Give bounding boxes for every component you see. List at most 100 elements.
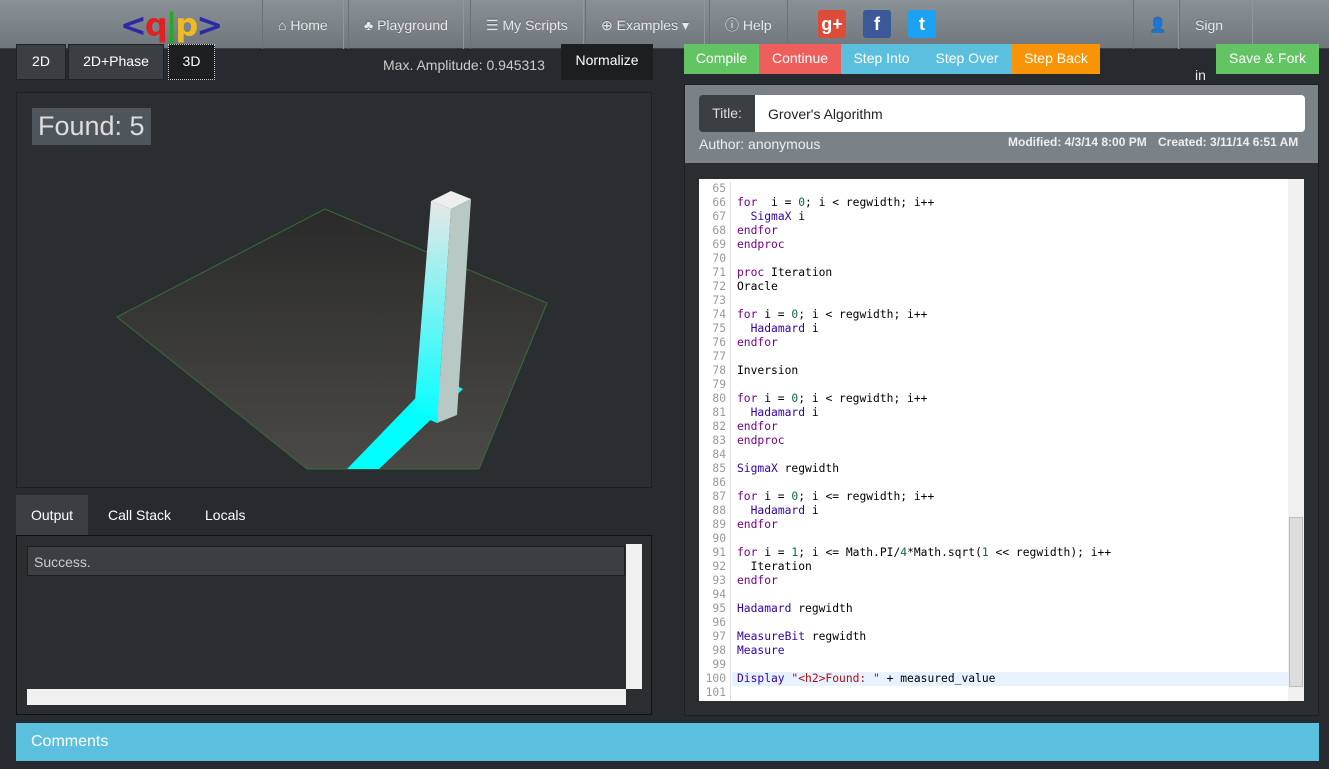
tab-call-stack[interactable]: Call Stack xyxy=(93,495,186,535)
nav-my-scripts[interactable]: ☰ My Scripts xyxy=(470,0,584,49)
nav-help[interactable]: ⓘ Help xyxy=(709,0,788,49)
save-fork-button[interactable]: Save & Fork xyxy=(1216,44,1319,74)
mode-2d-phase-button[interactable]: 2D+Phase xyxy=(68,44,164,80)
continue-button[interactable]: Continue xyxy=(759,44,841,74)
compile-button[interactable]: Compile xyxy=(684,44,759,74)
state-3d-view[interactable]: Found: 5 xyxy=(16,92,652,488)
code-token: for xyxy=(737,196,758,209)
nav-home[interactable]: ⌂ Home xyxy=(262,0,344,49)
code-token: for xyxy=(737,308,758,321)
line-number: 69 xyxy=(699,238,731,252)
code-line[interactable]: endfor xyxy=(737,574,778,588)
code-line[interactable]: Iteration xyxy=(737,560,812,574)
user-icon[interactable]: 👤 xyxy=(1133,0,1179,49)
code-editor[interactable]: 65 66 for i = 0; i < regwidth; i++ 67 Sigma… xyxy=(699,179,1304,701)
code-line[interactable]: Display "<h2>Found: " + measured_value xyxy=(737,672,995,686)
code-token: Hadamard xyxy=(750,406,806,419)
line-number: 92 xyxy=(699,560,731,574)
code-line[interactable]: MeasureBit regwidth xyxy=(737,630,866,644)
line-number: 78 xyxy=(699,364,731,378)
line-number: 67 xyxy=(699,210,731,224)
code-line[interactable]: SigmaX i xyxy=(737,210,805,224)
editor-scrollbar[interactable] xyxy=(1288,179,1304,701)
nav-examples[interactable]: ⊕ Examples ▾ xyxy=(585,0,706,49)
line-number: 68 xyxy=(699,224,731,238)
line-number: 87 xyxy=(699,490,731,504)
line-number: 97 xyxy=(699,630,731,644)
code-line[interactable]: for i = 0; i <= regwidth; i++ xyxy=(737,490,934,504)
code-line[interactable]: for i = 0; i < regwidth; i++ xyxy=(737,196,934,210)
line-number: 74 xyxy=(699,308,731,322)
mode-3d-button[interactable]: 3D xyxy=(168,44,215,80)
code-line[interactable]: SigmaX regwidth xyxy=(737,462,839,476)
tab-output[interactable]: Output xyxy=(16,495,89,535)
vertical-scrollbar[interactable] xyxy=(626,544,642,689)
step-over-button[interactable]: Step Over xyxy=(922,44,1012,74)
code-token: i xyxy=(791,210,806,223)
step-into-button[interactable]: Step Into xyxy=(841,44,922,74)
code-line[interactable]: for i = 1; i <= Math.PI/4*Math.sqrt(1 <<… xyxy=(737,546,1111,560)
title-label: Title: xyxy=(699,95,755,132)
code-line[interactable]: for i = 0; i < regwidth; i++ xyxy=(737,392,927,406)
created-date: Created: 3/11/14 6:51 AM xyxy=(1158,135,1299,149)
nav-playground[interactable]: ♣ Playground xyxy=(348,0,464,49)
line-number: 99 xyxy=(699,658,731,672)
mode-2d-button[interactable]: 2D xyxy=(16,44,66,80)
code-token: *Math.sqrt( xyxy=(907,546,982,559)
code-token: proc xyxy=(737,266,765,279)
code-token: endfor xyxy=(737,224,778,237)
comments-header[interactable]: Comments xyxy=(16,723,1319,761)
horizontal-scrollbar[interactable] xyxy=(27,689,626,705)
code-line[interactable]: Hadamard regwidth xyxy=(737,602,853,616)
list-icon: ☰ xyxy=(486,17,503,33)
line-number: 66 xyxy=(699,196,731,210)
line-number: 76 xyxy=(699,336,731,350)
code-line[interactable]: endfor xyxy=(737,518,778,532)
code-token: Hadamard xyxy=(737,602,792,615)
output-panel: Success. xyxy=(16,535,652,715)
code-line[interactable]: Hadamard i xyxy=(737,322,819,336)
code-token: Inversion xyxy=(737,364,799,377)
code-line[interactable]: endfor xyxy=(737,224,778,238)
line-number: 85 xyxy=(699,462,731,476)
normalize-button[interactable]: Normalize xyxy=(561,44,653,80)
code-line[interactable]: Hadamard i xyxy=(737,406,819,420)
tab-locals[interactable]: Locals xyxy=(190,495,260,535)
code-line[interactable]: for i = 0; i < regwidth; i++ xyxy=(737,308,927,322)
line-number: 80 xyxy=(699,392,731,406)
code-line[interactable]: endfor xyxy=(737,336,778,350)
code-token: regwidth xyxy=(805,630,867,643)
code-line[interactable]: Hadamard i xyxy=(737,504,819,518)
code-token: i xyxy=(805,322,819,335)
facebook-icon[interactable]: f xyxy=(863,10,891,38)
twitter-icon[interactable]: t xyxy=(908,10,936,38)
max-amplitude: Max. Amplitude: 0.945313 xyxy=(383,57,545,73)
code-token: endfor xyxy=(737,574,778,587)
line-number: 77 xyxy=(699,350,731,364)
qjs-logo[interactable]: <q|p> xyxy=(120,6,223,44)
code-line[interactable]: Oracle xyxy=(737,280,778,294)
code-token: i = xyxy=(757,308,792,321)
code-token: 1 xyxy=(981,546,989,559)
code-line[interactable]: endfor xyxy=(737,420,778,434)
code-token: i = xyxy=(757,490,792,503)
code-token: for xyxy=(737,490,758,503)
code-token: i xyxy=(805,504,819,517)
google-plus-icon[interactable]: g+ xyxy=(818,10,846,38)
line-number: 70 xyxy=(699,252,731,266)
code-line[interactable]: endproc xyxy=(737,434,785,448)
title-input[interactable] xyxy=(755,95,1305,132)
line-number: 88 xyxy=(699,504,731,518)
line-number: 79 xyxy=(699,378,731,392)
code-line[interactable]: endproc xyxy=(737,238,785,252)
code-line[interactable]: Inversion xyxy=(737,364,798,378)
code-line[interactable]: Measure xyxy=(737,644,785,658)
sign-in-link[interactable]: Sign in xyxy=(1179,0,1253,83)
line-number: 101 xyxy=(699,686,731,700)
scrollbar-thumb[interactable] xyxy=(1289,517,1303,687)
code-line[interactable]: proc Iteration xyxy=(737,266,832,280)
line-number: 96 xyxy=(699,616,731,630)
code-token: ; i <= Math.PI/ xyxy=(798,546,901,559)
step-back-button[interactable]: Step Back xyxy=(1012,44,1100,74)
